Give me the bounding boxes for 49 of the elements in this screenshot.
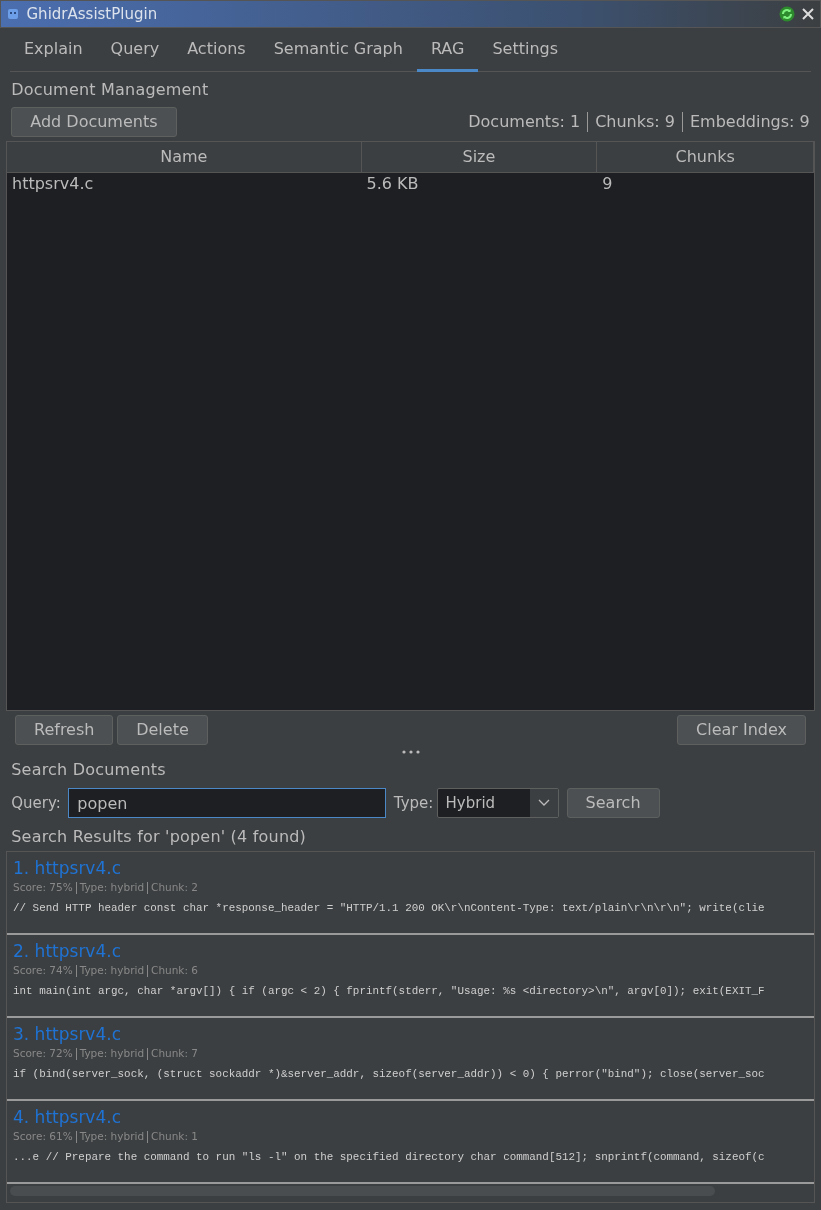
query-field[interactable]: popen bbox=[68, 788, 387, 818]
result-meta: Type: hybrid bbox=[79, 880, 145, 896]
app-icon bbox=[7, 8, 19, 20]
tab[interactable]: Semantic Graph bbox=[259, 28, 417, 72]
code-snippet: ...e // Prepare the command to run "ls -l" on the specified directory char command[512]; snprintf(command, sizeof(c bbox=[13, 1149, 766, 1165]
section-heading: Search Documents bbox=[10, 758, 167, 781]
refresh-icon[interactable] bbox=[778, 6, 795, 22]
tab[interactable]: Explain bbox=[10, 28, 97, 72]
result-meta: Type: hybrid bbox=[79, 963, 145, 979]
tab[interactable]: RAG bbox=[416, 28, 479, 72]
tab[interactable]: Actions bbox=[173, 28, 260, 72]
result-meta: Chunk: 2 bbox=[151, 880, 198, 896]
stats-text: Embeddings: 9 bbox=[690, 111, 810, 133]
result-meta: Score: 74% bbox=[13, 963, 73, 979]
refresh-button[interactable]: Refresh bbox=[15, 714, 114, 745]
table-cell-text: httpsrv4.c bbox=[11, 172, 95, 195]
table-cell-text: 5.6 KB bbox=[365, 172, 420, 195]
section-heading: Document Management bbox=[10, 79, 210, 100]
result-meta: Chunk: 1 bbox=[151, 1129, 198, 1145]
result-meta: Chunk: 7 bbox=[151, 1046, 198, 1062]
add-documents-button[interactable]: Add Documents bbox=[11, 107, 177, 137]
search-button[interactable]: Search bbox=[566, 788, 660, 818]
code-snippet: if (bind(server_sock, (struct sockaddr *)&server_addr, sizeof(server_addr)) < 0) { perror("bind"); close(server_soc bbox=[13, 1066, 766, 1082]
code-snippet: int main(int argc, char *argv[]) { if (argc < 2) { fprintf(stderr, "Usage: %s <directory>\n", argv[0]); exit(EXIT_F bbox=[13, 983, 766, 999]
tab[interactable]: Query bbox=[96, 28, 174, 72]
type-dropdown[interactable]: Hybrid bbox=[437, 788, 560, 818]
stats-text: Documents: 1 bbox=[468, 111, 581, 133]
result-meta: Type: hybrid bbox=[79, 1129, 145, 1145]
close-icon[interactable] bbox=[802, 8, 814, 20]
result-meta: Score: 72% bbox=[13, 1046, 73, 1062]
result-meta: Score: 75% bbox=[13, 880, 73, 896]
delete-button[interactable]: Delete bbox=[117, 714, 208, 745]
query-label: Query: bbox=[11, 792, 61, 814]
column-header[interactable]: Size bbox=[361, 141, 598, 173]
table-cell-text: 9 bbox=[601, 172, 614, 195]
result-meta: Chunk: 6 bbox=[151, 963, 198, 979]
column-header[interactable]: Chunks bbox=[597, 141, 814, 173]
stats-text: Chunks: 9 bbox=[595, 111, 675, 133]
tab[interactable]: Settings bbox=[478, 28, 573, 72]
result-meta: Score: 61% bbox=[13, 1129, 73, 1145]
type-label: Type: bbox=[393, 792, 434, 814]
clear-index-button[interactable]: Clear Index bbox=[677, 714, 806, 745]
window-title: GhidrAssistPlugin bbox=[26, 3, 159, 25]
caret-icon bbox=[538, 799, 551, 807]
results-heading: Search Results for 'popen' (4 found) bbox=[10, 825, 308, 848]
column-header[interactable]: Name bbox=[7, 141, 362, 173]
result-meta: Type: hybrid bbox=[79, 1046, 145, 1062]
code-snippet: // Send HTTP header const char *response_header = "HTTP/1.1 200 OK\r\nContent-Type: text/plain\r\n\r\n"; write(clie bbox=[13, 900, 766, 916]
splitter-grip-icon[interactable] bbox=[401, 749, 420, 754]
